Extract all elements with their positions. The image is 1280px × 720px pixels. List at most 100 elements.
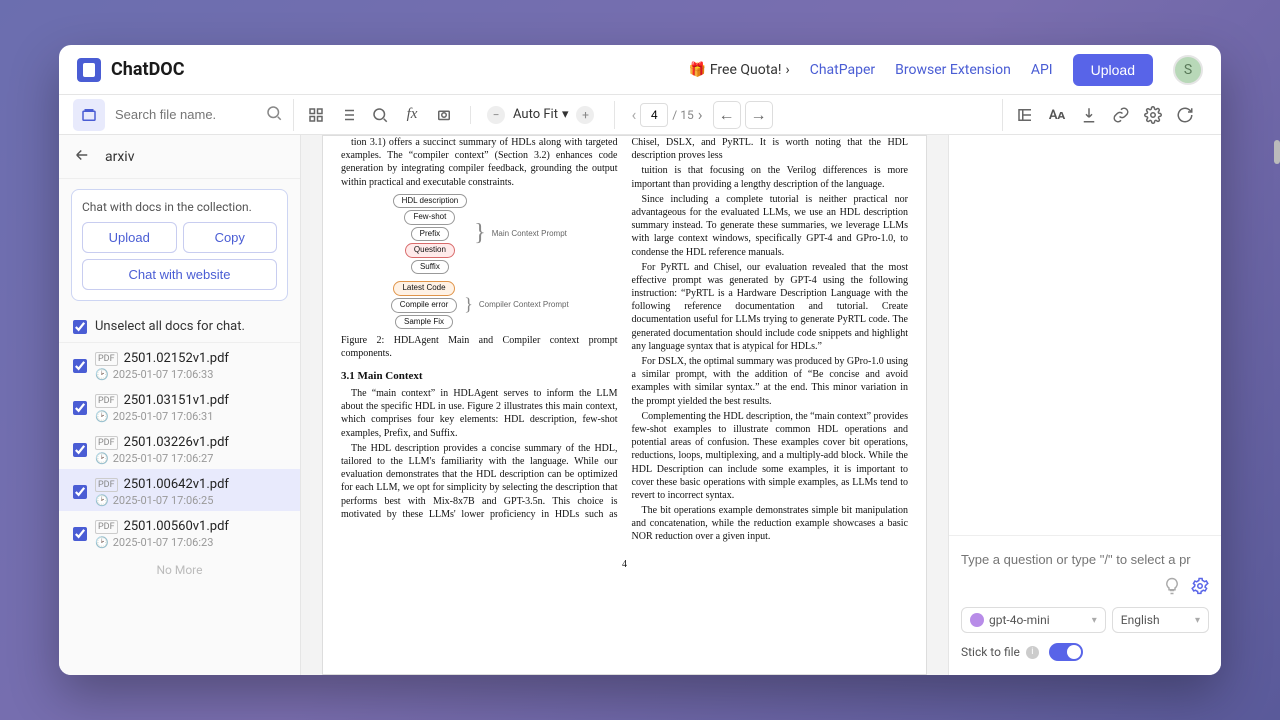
search-file-container: [109, 104, 289, 126]
copy-mini-button[interactable]: Copy: [183, 222, 278, 253]
chat-with-website-button[interactable]: Chat with website: [82, 259, 277, 290]
gear-icon[interactable]: [1191, 577, 1209, 599]
file-checkbox[interactable]: [73, 527, 87, 541]
figure-box: Sample Fix: [395, 315, 453, 330]
no-more-label: No More: [59, 553, 300, 587]
link-icon[interactable]: [1105, 99, 1137, 131]
chatpaper-link[interactable]: ChatPaper: [810, 62, 875, 78]
pdf-icon: PDF: [95, 478, 118, 492]
language-select[interactable]: English ▾: [1112, 607, 1209, 633]
document-viewer[interactable]: tion 3.1) offers a succinct summary of H…: [301, 135, 948, 675]
formula-icon[interactable]: fx: [396, 99, 428, 131]
doc-text: Since including a complete tutorial is n…: [632, 193, 909, 259]
page-total: / 15: [672, 108, 693, 122]
refresh-icon[interactable]: [1169, 99, 1201, 131]
collection-name: arxiv: [105, 149, 135, 165]
search-file-input[interactable]: [115, 107, 259, 122]
avatar[interactable]: S: [1173, 55, 1203, 85]
zoom-in-button[interactable]: +: [576, 106, 594, 124]
stick-label: Stick to file: [961, 645, 1020, 659]
figure-box: HDL description: [393, 194, 468, 209]
zoom-control: − Auto Fit ▾ +: [477, 106, 604, 124]
page-next-icon[interactable]: ›: [698, 105, 703, 124]
settings-icon[interactable]: [1137, 99, 1169, 131]
model-label: gpt-4o-mini: [989, 613, 1050, 627]
clock-icon: 🕑: [95, 368, 109, 381]
doc-text: For PyRTL and Chisel, our evaluation rev…: [632, 261, 909, 353]
back-arrow-icon[interactable]: [73, 146, 93, 168]
browser-extension-link[interactable]: Browser Extension: [895, 62, 1011, 78]
file-timestamp: 2025-01-07 17:06:25: [113, 494, 214, 507]
figure-box: Latest Code: [393, 281, 454, 296]
api-link[interactable]: API: [1031, 62, 1053, 78]
topbar: ChatDOC 🎁 Free Quota! › ChatPaper Browse…: [59, 45, 1221, 95]
grid-view-icon[interactable]: [300, 99, 332, 131]
fig-main-brace-label: Main Context Prompt: [492, 229, 567, 240]
language-label: English: [1121, 613, 1160, 627]
list-view-icon[interactable]: [332, 99, 364, 131]
upload-mini-button[interactable]: Upload: [82, 222, 177, 253]
doc-text: Complementing the HDL description, the “…: [632, 410, 909, 502]
upload-button[interactable]: Upload: [1073, 54, 1153, 86]
file-name: 2501.00560v1.pdf: [124, 519, 229, 534]
file-checkbox[interactable]: [73, 401, 87, 415]
screenshot-icon[interactable]: [428, 99, 460, 131]
page-number-input[interactable]: [640, 103, 668, 127]
collection-icon[interactable]: [73, 99, 105, 131]
text-tool-icon[interactable]: Aᴀ: [1041, 99, 1073, 131]
page-prev-icon[interactable]: ‹: [631, 105, 636, 124]
file-checkbox[interactable]: [73, 485, 87, 499]
file-name: 2501.02152v1.pdf: [124, 351, 229, 366]
pdf-page: tion 3.1) offers a succinct summary of H…: [322, 135, 927, 675]
file-item[interactable]: PDF2501.00560v1.pdf🕑2025-01-07 17:06:23: [59, 511, 300, 553]
page-control: ‹ / 15 ›: [621, 103, 712, 127]
chat-question-input[interactable]: [961, 546, 1209, 573]
file-checkbox[interactable]: [73, 359, 87, 373]
outline-icon[interactable]: [1009, 99, 1041, 131]
toolbar: fx − Auto Fit ▾ + ‹ / 15 › ← →: [59, 95, 1221, 135]
download-icon[interactable]: [1073, 99, 1105, 131]
file-item[interactable]: PDF2501.02152v1.pdf🕑2025-01-07 17:06:33: [59, 343, 300, 385]
free-quota-link[interactable]: 🎁 Free Quota! ›: [688, 62, 789, 78]
zoom-out-button[interactable]: −: [487, 106, 505, 124]
chat-card-message: Chat with docs in the collection.: [82, 200, 277, 214]
brand: ChatDOC: [111, 59, 184, 80]
file-timestamp: 2025-01-07 17:06:31: [113, 410, 214, 423]
file-item[interactable]: PDF2501.00642v1.pdf🕑2025-01-07 17:06:25: [59, 469, 300, 511]
pdf-icon: PDF: [95, 352, 118, 366]
file-item[interactable]: PDF2501.03226v1.pdf🕑2025-01-07 17:06:27: [59, 427, 300, 469]
zoom-mode-select[interactable]: Auto Fit ▾: [513, 107, 568, 122]
history-forward-button[interactable]: →: [745, 101, 773, 129]
gift-icon: 🎁: [688, 62, 705, 78]
unselect-label: Unselect all docs for chat.: [95, 319, 245, 334]
clock-icon: 🕑: [95, 410, 109, 423]
zoom-mode-label: Auto Fit: [513, 107, 558, 122]
file-name: 2501.00642v1.pdf: [124, 477, 229, 492]
lightbulb-icon[interactable]: [1163, 577, 1181, 599]
unselect-row[interactable]: Unselect all docs for chat.: [59, 311, 300, 343]
sidebar: arxiv Chat with docs in the collection. …: [59, 135, 301, 675]
model-select[interactable]: gpt-4o-mini ▾: [961, 607, 1106, 633]
stick-to-file-row: Stick to file i: [961, 643, 1209, 661]
free-quota-label: Free Quota!: [710, 62, 782, 78]
unselect-checkbox[interactable]: [73, 320, 87, 334]
file-timestamp: 2025-01-07 17:06:27: [113, 452, 214, 465]
figure-box: Suffix: [411, 260, 449, 275]
doc-text: For DSLX, the optimal summary was produc…: [632, 355, 909, 408]
file-checkbox[interactable]: [73, 443, 87, 457]
search-icon[interactable]: [265, 104, 283, 126]
file-item[interactable]: PDF2501.03151v1.pdf🕑2025-01-07 17:06:31: [59, 385, 300, 427]
chat-panel: gpt-4o-mini ▾ English ▾ Stick to file i: [948, 135, 1221, 675]
info-icon[interactable]: i: [1026, 646, 1039, 659]
search-in-doc-icon[interactable]: [364, 99, 396, 131]
chevron-down-icon: ▾: [562, 107, 569, 122]
stick-toggle[interactable]: [1049, 643, 1083, 661]
file-list[interactable]: PDF2501.02152v1.pdf🕑2025-01-07 17:06:33P…: [59, 343, 300, 675]
figure-box: Few-shot: [404, 210, 455, 225]
page-number: 4: [341, 558, 908, 571]
chevron-right-icon: ›: [786, 62, 790, 78]
figure-box: Prefix: [411, 227, 449, 242]
history-back-button[interactable]: ←: [713, 101, 741, 129]
figure-caption: Figure 2: HDLAgent Main and Compiler con…: [341, 334, 618, 360]
pdf-icon: PDF: [95, 436, 118, 450]
